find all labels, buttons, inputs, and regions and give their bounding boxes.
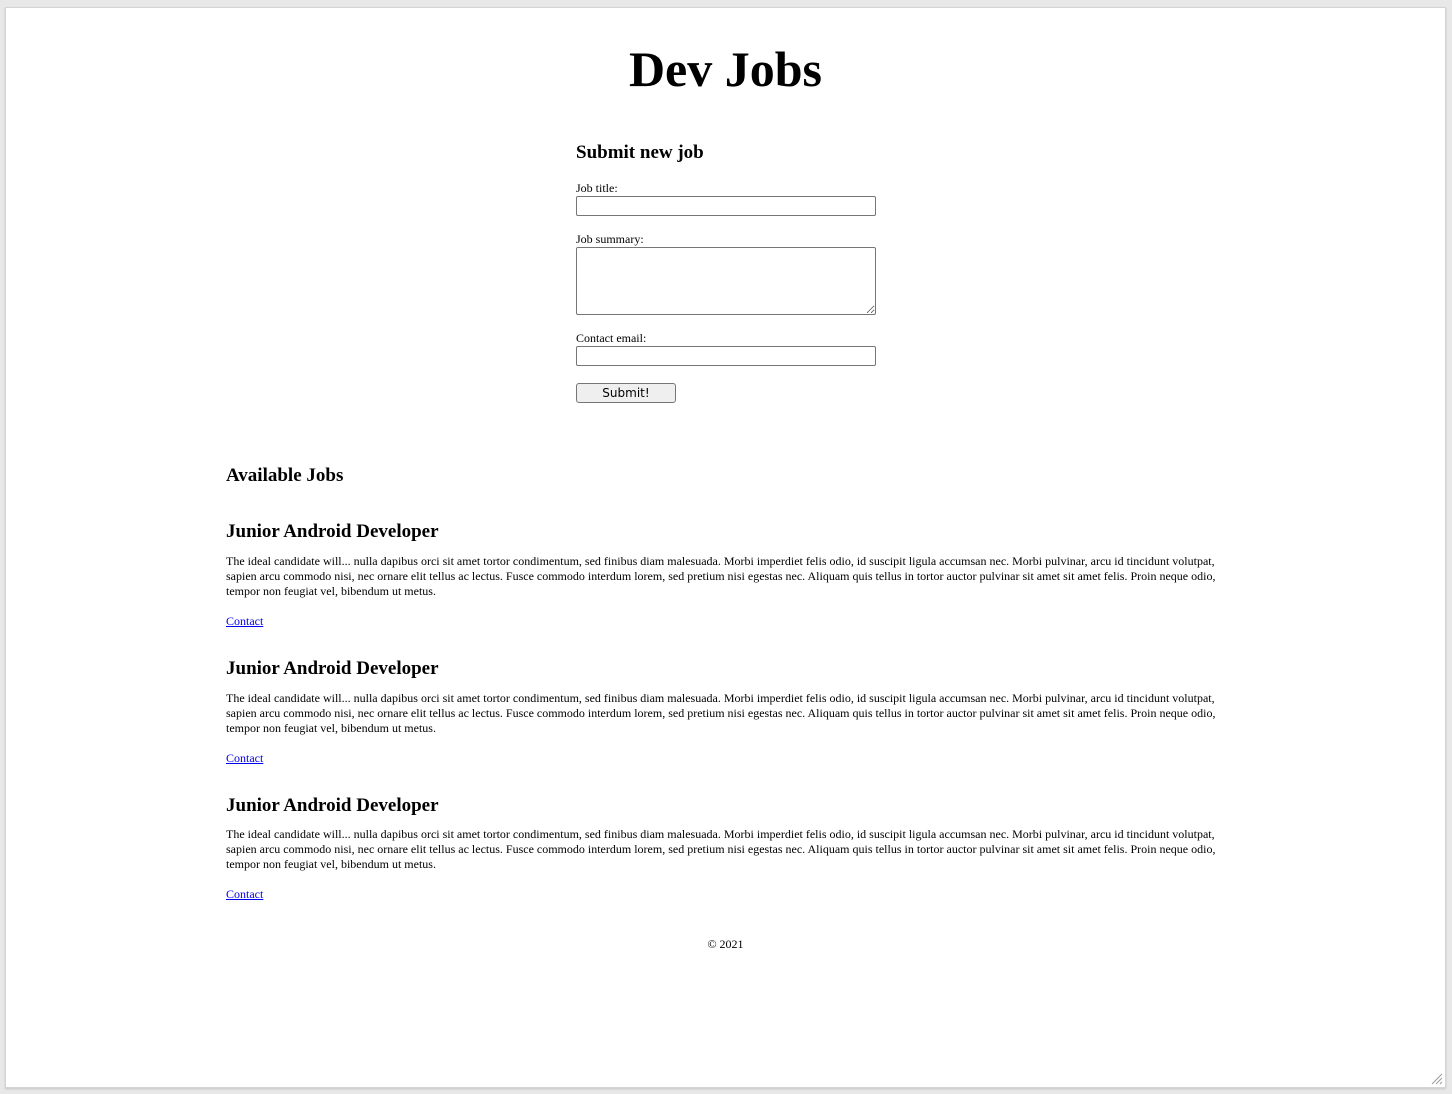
available-jobs-section: Available Jobs Junior Android Developer … xyxy=(226,465,1226,931)
job-title: Junior Android Developer xyxy=(226,657,439,679)
job-title-input[interactable] xyxy=(576,196,876,217)
job-listing: Junior Android Developer The ideal candi… xyxy=(226,658,1226,767)
form-heading: Submit new job xyxy=(576,142,704,163)
job-summary: The ideal candidate will... nulla dapibu… xyxy=(226,553,1216,598)
job-title: Junior Android Developer xyxy=(226,520,439,542)
page-frame: Dev Jobs Submit new job Job title: Job s… xyxy=(5,7,1446,1088)
job-listing: Junior Android Developer The ideal candi… xyxy=(226,795,1226,904)
job-listing: Junior Android Developer The ideal candi… xyxy=(226,521,1226,630)
submit-button[interactable]: Submit! xyxy=(576,383,676,404)
footer-copyright: © 2021 xyxy=(707,937,744,951)
job-summary: The ideal candidate will... nulla dapibu… xyxy=(226,827,1216,872)
contact-email-input[interactable] xyxy=(576,346,876,367)
page-title: Dev Jobs xyxy=(628,41,823,97)
submit-job-form: Submit new job Job title: Job summary: C… xyxy=(576,142,886,404)
resize-grip-icon[interactable] xyxy=(1431,1073,1443,1085)
job-title: Junior Android Developer xyxy=(226,794,439,816)
available-jobs-heading: Available Jobs xyxy=(226,465,344,486)
contact-link[interactable]: Contact xyxy=(226,888,263,900)
job-summary-textarea[interactable] xyxy=(576,247,876,316)
contact-email-label: Contact email: xyxy=(576,331,647,346)
job-summary: The ideal candidate will... nulla dapibu… xyxy=(226,690,1216,735)
job-title-label: Job title: xyxy=(576,180,618,195)
contact-link[interactable]: Contact xyxy=(226,615,263,627)
job-summary-label: Job summary: xyxy=(576,232,644,247)
contact-link[interactable]: Contact xyxy=(226,752,263,764)
